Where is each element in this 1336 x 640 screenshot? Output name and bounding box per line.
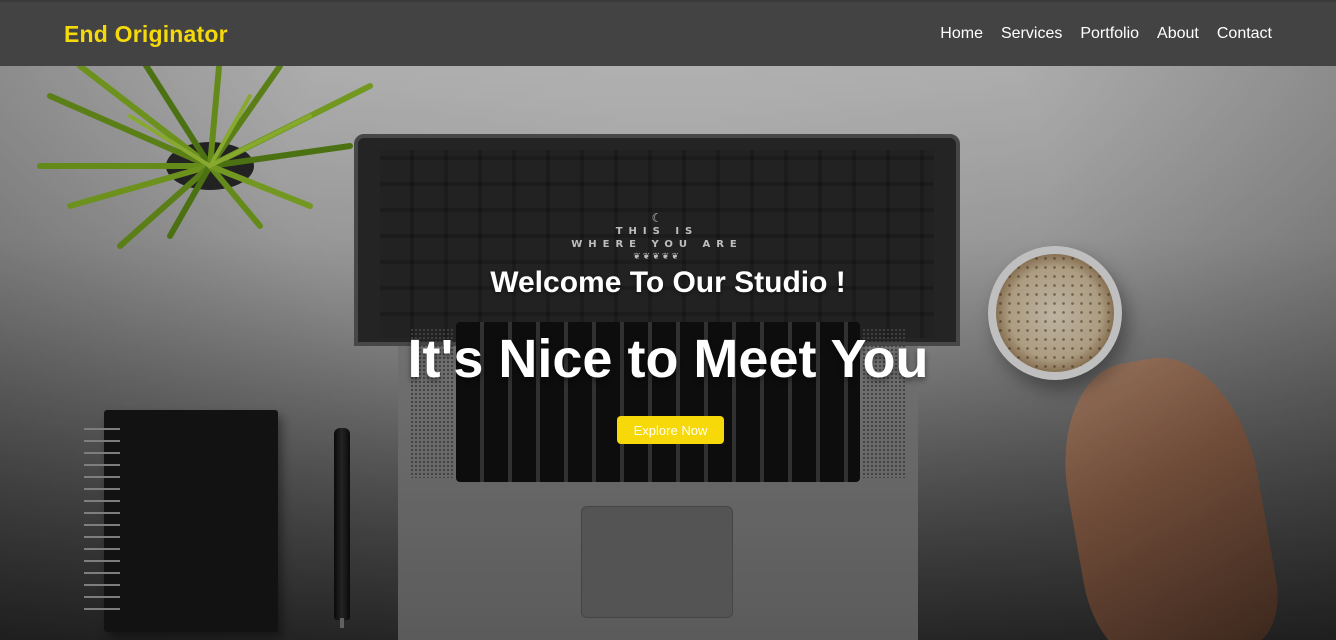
nav-link-contact[interactable]: Contact	[1217, 25, 1272, 43]
welcome-heading: Welcome To Our Studio !	[490, 266, 846, 299]
navbar: End Originator Home Services Portfolio A…	[0, 0, 1336, 66]
main-nav: Home Services Portfolio About Contact	[940, 25, 1272, 43]
hero-content: Welcome To Our Studio ! It's Nice to Mee…	[0, 66, 1336, 640]
nav-link-home[interactable]: Home	[940, 25, 983, 43]
nav-link-portfolio[interactable]: Portfolio	[1080, 25, 1139, 43]
brand-logo[interactable]: End Originator	[64, 21, 228, 48]
nav-link-services[interactable]: Services	[1001, 25, 1062, 43]
nav-link-about[interactable]: About	[1157, 25, 1199, 43]
explore-now-button[interactable]: Explore Now	[617, 416, 724, 444]
hero-headline: It's Nice to Meet You	[407, 329, 929, 389]
